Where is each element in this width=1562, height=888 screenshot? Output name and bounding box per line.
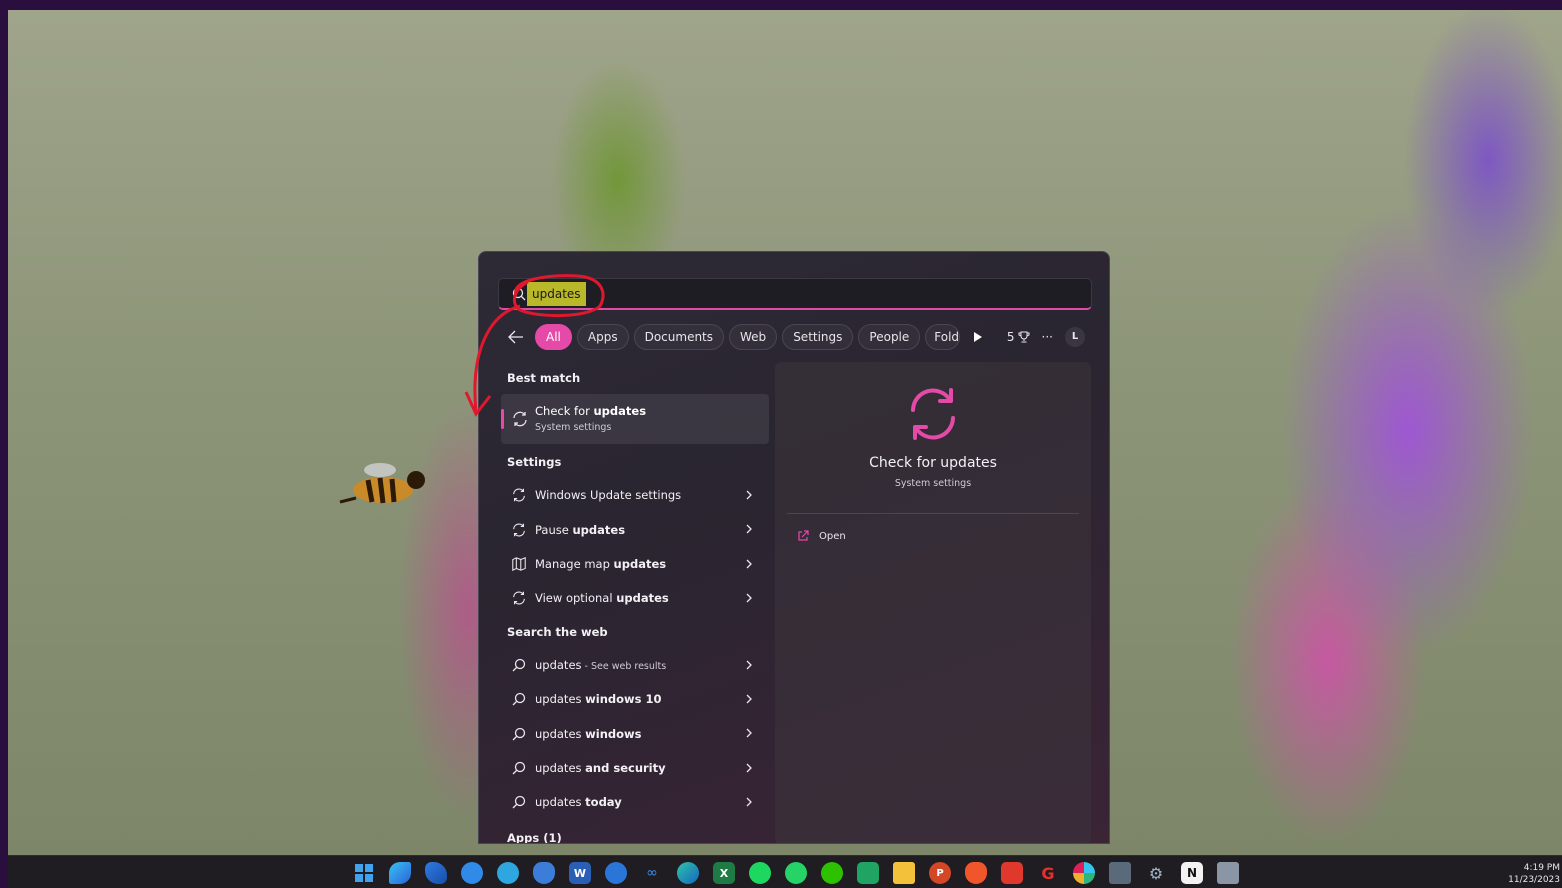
spotify-icon[interactable] — [749, 862, 771, 884]
web-result-item[interactable]: updates today — [501, 785, 769, 819]
web-result-item[interactable]: updates windows 10 — [501, 682, 769, 716]
bee-image — [339, 463, 425, 504]
slack-icon[interactable] — [1073, 862, 1095, 884]
best-match-title: Check for updates — [535, 404, 647, 418]
search-icon — [512, 796, 526, 809]
settings-gear-icon[interactable]: ⚙ — [1145, 862, 1167, 884]
taskbar: W ∞ X P G ⚙ N 4:19 PM 11/23/2023 — [8, 855, 1562, 888]
preview-pane: Check for updates System settings Open — [775, 362, 1091, 843]
open-action[interactable]: Open — [797, 530, 846, 542]
tab-settings[interactable]: Settings — [782, 324, 854, 350]
chat-app-icon[interactable] — [605, 862, 627, 884]
windows-start-icon[interactable] — [353, 862, 375, 884]
chevron-right-icon — [746, 797, 752, 807]
telegram-icon[interactable] — [497, 862, 519, 884]
blue-circle-app-icon[interactable] — [461, 862, 483, 884]
web-result-item[interactable]: updates - See web results — [501, 648, 769, 682]
tab-web[interactable]: Web — [729, 324, 778, 350]
tab-documents[interactable]: Documents — [633, 324, 725, 350]
preview-subtitle: System settings — [894, 478, 972, 489]
web-result-item[interactable]: updates windows — [501, 716, 769, 750]
search-icon — [512, 658, 526, 672]
settings-item-optional-updates[interactable]: View optional updates — [501, 581, 769, 615]
sync-icon — [911, 388, 955, 440]
divider — [787, 513, 1079, 514]
sync-icon — [513, 488, 525, 502]
green-app-icon[interactable] — [857, 862, 879, 884]
rewards-count: 5 — [1006, 330, 1015, 344]
copilot-icon[interactable] — [389, 862, 411, 884]
clock-time: 4:19 PM — [1523, 863, 1560, 873]
settings-item-pause-updates[interactable]: Pause updates — [501, 512, 769, 546]
edge-icon[interactable] — [677, 862, 699, 884]
powerpoint-icon[interactable]: P — [929, 862, 951, 884]
network-app-icon[interactable] — [1217, 862, 1239, 884]
best-match-heading: Best match — [507, 371, 581, 385]
arrow-app-icon[interactable] — [425, 862, 447, 884]
red-app-icon[interactable] — [1001, 862, 1023, 884]
settings-item-windows-update[interactable]: Windows Update settings — [501, 478, 769, 512]
web-result-item[interactable]: updates and security — [501, 751, 769, 785]
rewards-button[interactable]: 5 — [1007, 330, 1030, 344]
tab-all[interactable]: All — [535, 324, 572, 350]
excel-icon[interactable]: X — [713, 862, 735, 884]
sync-icon — [513, 591, 525, 605]
user-avatar[interactable]: L — [1065, 327, 1085, 347]
search-toolbar: 5 ··· L — [1007, 324, 1085, 350]
search-web-heading: Search the web — [507, 624, 608, 639]
tab-apps[interactable]: Apps — [576, 324, 629, 350]
chevron-right-icon — [746, 763, 752, 773]
brave-icon[interactable] — [965, 862, 987, 884]
scroll-tabs-right-icon[interactable] — [969, 324, 987, 350]
open-label: Open — [819, 530, 846, 542]
chevron-right-icon — [746, 728, 752, 738]
chevron-right-icon — [746, 559, 752, 569]
start-search-panel: updates All Apps Documents Web Settings … — [478, 251, 1110, 844]
whatsapp-icon[interactable] — [785, 862, 807, 884]
calculator-icon[interactable] — [1109, 862, 1131, 884]
tab-folders[interactable]: Folde — [925, 324, 961, 350]
wechat-icon[interactable] — [821, 862, 843, 884]
file-explorer-icon[interactable] — [893, 862, 915, 884]
clock-date: 11/23/2023 — [1508, 875, 1560, 885]
chevron-right-icon — [746, 490, 752, 500]
chevron-right-icon — [746, 593, 752, 603]
search-icon — [512, 692, 526, 706]
best-match-subtitle: System settings — [535, 422, 612, 433]
swirl-app-icon[interactable]: G — [1037, 862, 1059, 884]
tab-people[interactable]: People — [858, 324, 921, 350]
notion-icon[interactable]: N — [1181, 862, 1203, 884]
taskbar-icons: W ∞ X P G ⚙ N — [353, 862, 1239, 884]
search-icon — [512, 761, 526, 775]
word-icon[interactable]: W — [569, 862, 591, 884]
trophy-icon — [1018, 331, 1030, 343]
infinity-app-icon[interactable]: ∞ — [641, 862, 663, 884]
settings-heading: Settings — [507, 455, 562, 469]
annotation-arrow — [464, 304, 521, 417]
sync-icon — [513, 523, 525, 537]
results-list: Best match Check for updates System sett… — [501, 362, 769, 844]
apps-heading: Apps (1) — [507, 830, 562, 844]
map-icon — [512, 556, 526, 572]
open-external-icon — [798, 530, 809, 541]
search-icon — [512, 727, 526, 740]
chevron-right-icon — [746, 694, 752, 704]
best-match-item[interactable]: Check for updates System settings — [501, 394, 769, 444]
chevron-right-icon — [746, 660, 752, 670]
shield-app-icon[interactable] — [533, 862, 555, 884]
more-options-button[interactable]: ··· — [1042, 330, 1053, 344]
system-clock[interactable]: 4:19 PM 11/23/2023 — [1508, 862, 1560, 886]
filter-tabs: All Apps Documents Web Settings People F… — [503, 324, 987, 350]
settings-item-map-updates[interactable]: Manage map updates — [501, 547, 769, 581]
preview-title: Check for updates — [869, 455, 997, 471]
chevron-right-icon — [746, 524, 752, 534]
